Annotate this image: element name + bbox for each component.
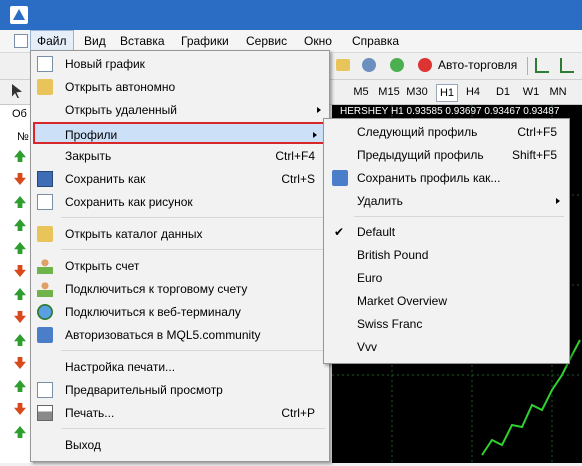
menu-view[interactable]: Вид <box>78 33 112 49</box>
autotrading-label[interactable]: Авто-торговля <box>438 58 517 72</box>
submenu-item-profile-euro[interactable]: Euro <box>324 267 569 289</box>
new-chart-icon <box>37 56 53 72</box>
down-arrow-icon <box>14 403 26 415</box>
menu-item-open-account[interactable]: Открыть счет <box>31 255 329 277</box>
submenu-item-save-profile-as[interactable]: Сохранить профиль как... <box>324 167 569 189</box>
save-profile-icon <box>332 170 348 186</box>
menu-item-open-remote[interactable]: Открыть удаленный <box>31 99 329 121</box>
submenu-item-profile-swiss-franc[interactable]: Swiss Franc <box>324 313 569 335</box>
down-arrow-icon <box>14 311 26 323</box>
menu-separator <box>61 217 325 218</box>
chart-header: HERSHEY H1 0.93585 0.93697 0.93467 0.934… <box>340 106 560 117</box>
menu-item-connect-trade-account[interactable]: Подключиться к торговому счету <box>31 278 329 300</box>
signal-icon[interactable] <box>390 58 404 72</box>
menu-window[interactable]: Окно <box>298 33 338 49</box>
candle-chart-icon[interactable] <box>560 58 574 73</box>
printer-icon <box>37 405 53 421</box>
submenu-arrow-icon <box>313 132 317 138</box>
panel-title: Об <box>12 108 27 120</box>
toolbar-separator <box>527 57 528 75</box>
title-bar <box>0 0 582 30</box>
menu-item-open-data-folder[interactable]: Открыть каталог данных <box>31 223 329 245</box>
menu-item-save-as[interactable]: Сохранить как Ctrl+S <box>31 168 329 190</box>
folder-icon <box>37 79 53 95</box>
tf-m5[interactable]: M5 <box>352 84 370 100</box>
submenu-arrow-icon <box>556 198 560 204</box>
submenu-item-previous-profile[interactable]: Предыдущий профиль Shift+F5 <box>324 144 569 166</box>
menu-item-exit[interactable]: Выход <box>31 434 329 456</box>
tf-h4[interactable]: H4 <box>464 84 482 100</box>
menu-charts[interactable]: Графики <box>175 33 235 49</box>
app-logo-icon <box>10 6 28 24</box>
menu-separator <box>354 216 564 217</box>
menu-tools[interactable]: Сервис <box>240 33 293 49</box>
tf-w1[interactable]: W1 <box>522 84 540 100</box>
document-icon <box>14 34 28 48</box>
connect-account-icon <box>37 281 53 297</box>
submenu-item-delete[interactable]: Удалить <box>324 190 569 212</box>
submenu-item-profile-vvv[interactable]: Vvv <box>324 336 569 358</box>
menu-item-open-offline[interactable]: Открыть автономно <box>31 76 329 98</box>
folder-icon <box>37 226 53 242</box>
tf-d1[interactable]: D1 <box>494 84 512 100</box>
submenu-arrow-icon <box>317 107 321 113</box>
cursor-icon[interactable] <box>12 84 22 98</box>
menu-separator <box>61 249 325 250</box>
menu-item-print[interactable]: Печать... Ctrl+P <box>31 402 329 424</box>
menu-item-profiles[interactable]: Профили <box>33 122 327 144</box>
file-menu: Новый график Открыть автономно Открыть у… <box>30 50 330 462</box>
checkmark-icon: ✔ <box>334 225 345 239</box>
up-arrow-icon <box>14 196 26 208</box>
panel-column-header: № <box>17 131 29 143</box>
user-icon[interactable] <box>362 58 376 72</box>
menu-separator <box>61 350 325 351</box>
submenu-item-profile-british-pound[interactable]: British Pound <box>324 244 569 266</box>
tf-mn[interactable]: MN <box>548 84 568 100</box>
up-arrow-icon <box>14 380 26 392</box>
submenu-item-profile-market-overview[interactable]: Market Overview <box>324 290 569 312</box>
profiles-submenu: Следующий профиль Ctrl+F5 Предыдущий про… <box>323 118 570 364</box>
menu-item-new-chart[interactable]: Новый график <box>31 53 329 75</box>
down-arrow-icon <box>14 173 26 185</box>
menu-item-mql5-login[interactable]: Авторизоваться в MQL5.community <box>31 324 329 346</box>
up-arrow-icon <box>14 242 26 254</box>
mql5-icon <box>37 327 53 343</box>
submenu-item-next-profile[interactable]: Следующий профиль Ctrl+F5 <box>324 121 569 143</box>
menu-item-print-preview[interactable]: Предварительный просмотр <box>31 379 329 401</box>
menu-item-save-as-picture[interactable]: Сохранить как рисунок <box>31 191 329 213</box>
menu-item-print-setup[interactable]: Настройка печати... <box>31 356 329 378</box>
print-preview-icon <box>37 382 53 398</box>
folder-icon[interactable] <box>336 59 350 71</box>
down-arrow-icon <box>14 357 26 369</box>
menu-item-connect-web-terminal[interactable]: Подключиться к веб-терминалу <box>31 301 329 323</box>
tf-m15[interactable]: M15 <box>378 84 400 100</box>
up-arrow-icon <box>14 426 26 438</box>
save-icon <box>37 171 53 187</box>
up-arrow-icon <box>14 334 26 346</box>
bar-chart-icon[interactable] <box>535 58 549 73</box>
autotrading-icon[interactable] <box>418 58 432 72</box>
menu-insert[interactable]: Вставка <box>114 33 171 49</box>
picture-icon <box>37 194 53 210</box>
down-arrow-icon <box>14 265 26 277</box>
up-arrow-icon <box>14 219 26 231</box>
tf-h1[interactable]: H1 <box>436 84 458 102</box>
menu-help[interactable]: Справка <box>346 33 405 49</box>
up-arrow-icon <box>14 150 26 162</box>
menu-file[interactable]: Файл <box>30 30 74 52</box>
globe-icon <box>37 304 53 320</box>
menu-separator <box>61 428 325 429</box>
menu-item-close[interactable]: Закрыть Ctrl+F4 <box>31 145 329 167</box>
up-arrow-icon <box>14 288 26 300</box>
tf-m30[interactable]: M30 <box>406 84 428 100</box>
open-account-icon <box>37 258 53 274</box>
submenu-item-profile-default[interactable]: ✔ Default <box>324 221 569 243</box>
